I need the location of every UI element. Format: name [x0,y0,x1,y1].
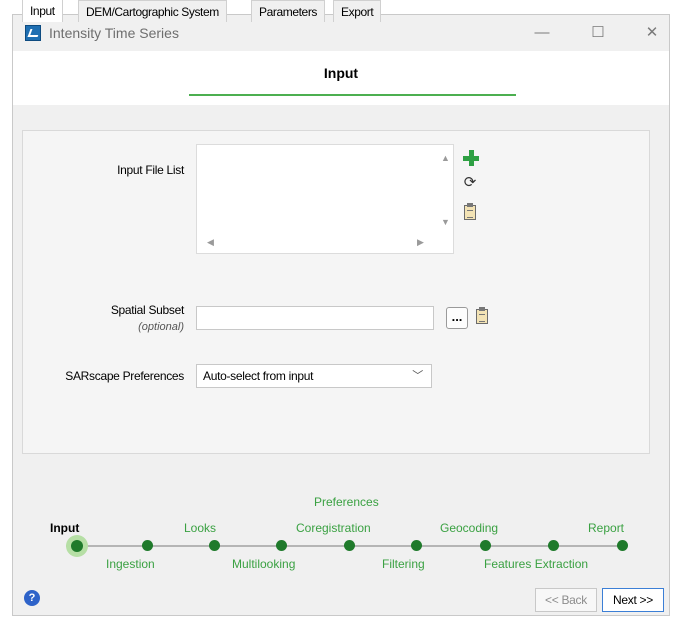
refresh-icon[interactable]: ⟳ [462,175,478,191]
window-title: Intensity Time Series [49,25,179,41]
add-icon[interactable] [463,150,479,166]
scroll-up-icon[interactable]: ▲ [441,153,450,163]
preferences-selected-value: Auto-select from input [203,369,314,383]
tab-input[interactable]: Input [22,0,63,22]
subset-clipboard-icon[interactable] [476,307,488,324]
step-label-filtering[interactable]: Filtering [382,557,425,571]
page-title: Input [323,65,359,81]
step-dot-multilooking[interactable] [276,540,287,551]
step-dot-looks[interactable] [209,540,220,551]
scroll-left-icon[interactable]: ◀ [207,237,214,248]
step-label-input[interactable]: Input [50,521,79,535]
step-dot-geocoding[interactable] [480,540,491,551]
minimize-button[interactable]: — [525,21,559,45]
tab-dem-cartographic-system[interactable]: DEM/Cartographic System [78,0,227,22]
input-file-list[interactable]: ▲ ▼ ◀ ▶ [196,144,454,254]
step-label-looks[interactable]: Looks [184,521,216,535]
step-label-ingestion[interactable]: Ingestion [106,557,155,571]
scroll-down-icon[interactable]: ▼ [441,217,450,227]
back-button[interactable]: << Back [535,588,597,612]
step-dot-filtering[interactable] [411,540,422,551]
close-button[interactable]: ✕ [635,21,669,45]
step-dot-features-extraction[interactable] [548,540,559,551]
step-dot-ingestion[interactable] [142,540,153,551]
tab-parameters[interactable]: Parameters [251,0,326,22]
step-label-report[interactable]: Report [588,521,624,535]
spatial-subset-label: Spatial Subset [110,303,184,317]
title-underline [189,94,516,96]
spatial-subset-hint: (optional) [138,321,184,333]
input-file-list-label: Input File List [117,163,184,177]
page-header: Input [13,51,669,105]
browse-button[interactable]: ... [446,307,468,329]
chevron-down-icon: ﹀ [412,370,423,382]
step-dot-input[interactable] [66,535,88,557]
step-dot-coregistration[interactable] [344,540,355,551]
sarscape-preferences-select[interactable]: Auto-select from input ﹀ [196,364,432,388]
step-label-features-extraction[interactable]: Features Extraction [484,557,588,571]
step-label-multilooking[interactable]: Multilooking [232,557,295,571]
app-icon [25,25,41,41]
tab-export[interactable]: Export [333,0,382,22]
spatial-subset-input[interactable] [196,306,434,330]
step-dot-report[interactable] [617,540,628,551]
step-label-coregistration[interactable]: Coregistration [296,521,371,535]
next-button[interactable]: Next >> [602,588,664,612]
help-icon[interactable]: ? [24,590,40,606]
step-label-preferences[interactable]: Preferences [314,495,379,509]
clipboard-icon[interactable] [464,203,476,220]
sarscape-preferences-label: SARscape Preferences [65,369,184,383]
scroll-right-icon[interactable]: ▶ [417,237,424,248]
maximize-button[interactable]: ☐ [581,21,615,45]
step-label-geocoding[interactable]: Geocoding [440,521,498,535]
